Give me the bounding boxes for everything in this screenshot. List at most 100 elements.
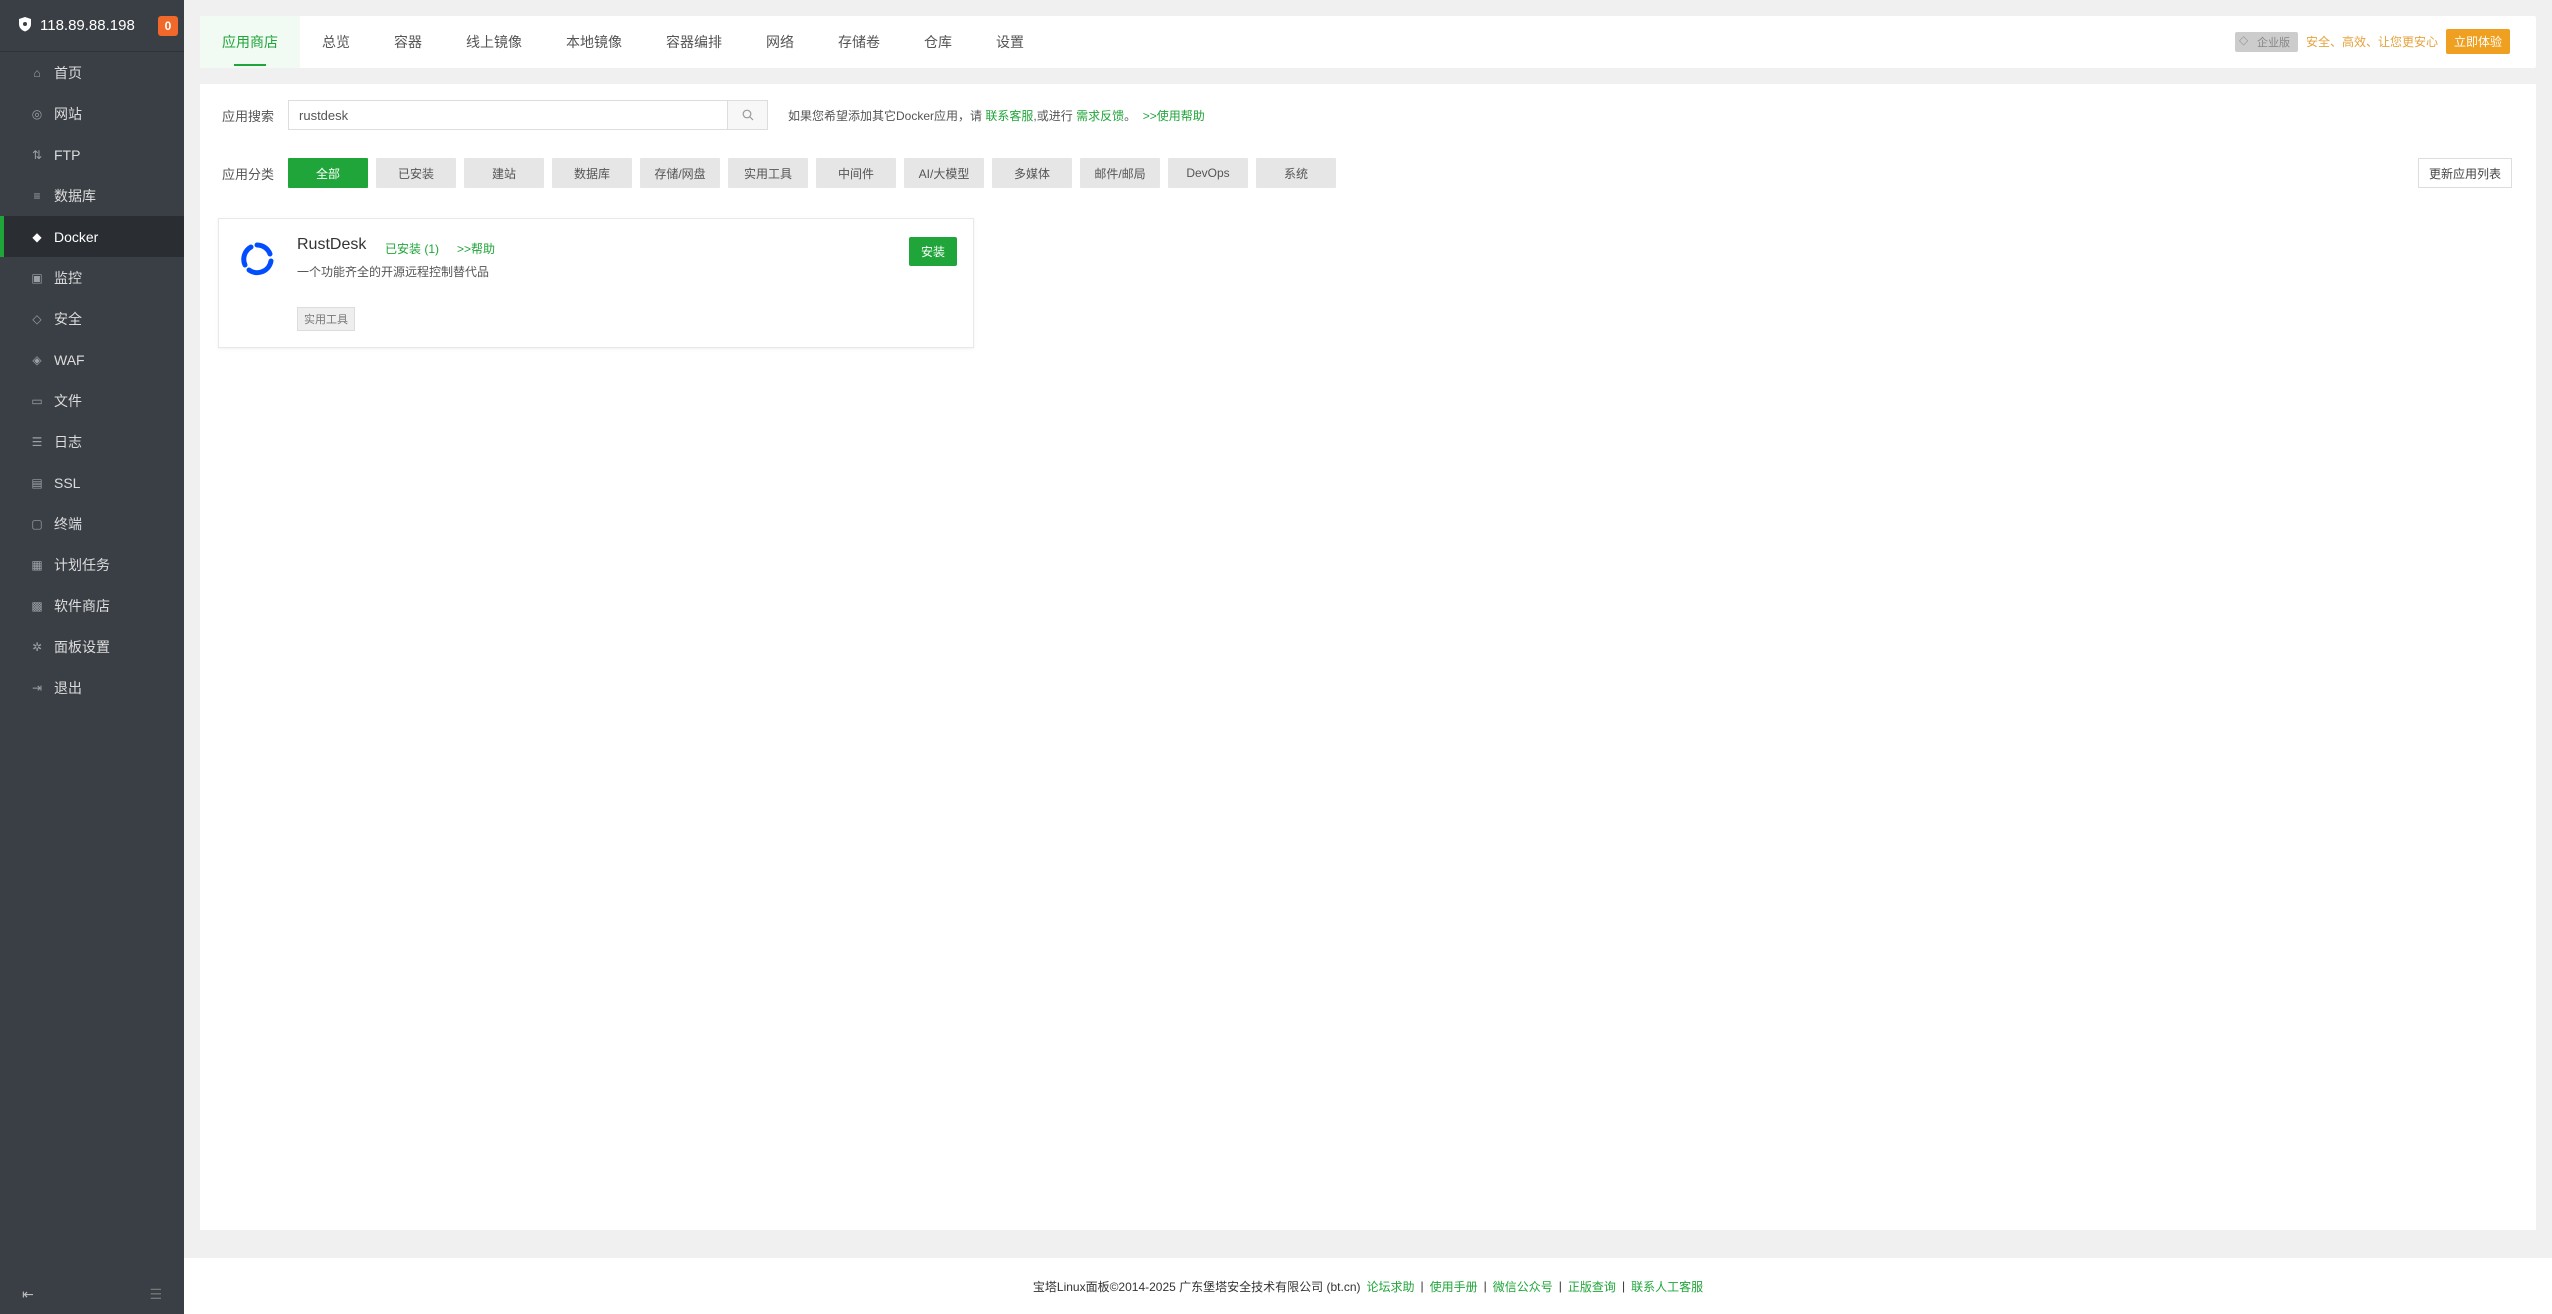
sidebar-item-label: 面板设置 xyxy=(54,638,110,655)
footer-separator: | xyxy=(1483,1279,1487,1293)
search-button[interactable] xyxy=(727,101,768,129)
schedule-icon: ▦ xyxy=(31,557,43,572)
sidebar-item-8[interactable]: ▭ 文件 xyxy=(0,380,184,421)
sidebar-item-6[interactable]: ◇ 安全 xyxy=(0,298,184,339)
install-button[interactable]: 安装 xyxy=(908,237,957,266)
footer-link-forum[interactable]: 论坛求助 xyxy=(1367,1278,1415,1295)
category-2[interactable]: 建站 xyxy=(464,158,545,188)
tab-5[interactable]: 容器编排 xyxy=(644,16,744,68)
sidebar-item-label: 监控 xyxy=(54,269,82,286)
tab-8[interactable]: 仓库 xyxy=(902,16,974,68)
copyright-text: 宝塔Linux面板©2014-2025 广东堡塔安全技术有限公司 (bt.cn) xyxy=(1032,1279,1361,1294)
sidebar-item-label: 计划任务 xyxy=(54,556,110,573)
collapse-sidebar-icon[interactable]: ⇤ xyxy=(22,1286,34,1303)
category-label: 应用分类 xyxy=(222,166,275,182)
tip-suffix: 。 xyxy=(1124,108,1137,123)
monitor-icon: ▣ xyxy=(31,270,43,285)
tab-4[interactable]: 本地镜像 xyxy=(544,16,644,68)
category-3[interactable]: 数据库 xyxy=(552,158,633,188)
database-icon: ≡ xyxy=(33,188,41,203)
tip-middle: ,或进行 xyxy=(1033,108,1073,123)
footer-link-support[interactable]: 联系人工客服 xyxy=(1631,1278,1703,1295)
app-name: RustDesk xyxy=(297,236,367,253)
sidebar-item-4[interactable]: ◆ Docker xyxy=(0,216,184,257)
category-6[interactable]: 中间件 xyxy=(816,158,897,188)
sidebar-item-14[interactable]: ✲ 面板设置 xyxy=(0,626,184,667)
app-description: 一个功能齐全的开源远程控制替代品 xyxy=(297,265,490,279)
footer-link-license[interactable]: 正版查询 xyxy=(1568,1278,1616,1295)
terminal-icon: ▢ xyxy=(31,516,43,531)
sidebar-item-15[interactable]: ⇥ 退出 xyxy=(0,667,184,708)
tab-6[interactable]: 网络 xyxy=(744,16,816,68)
sidebar-item-label: WAF xyxy=(54,351,85,368)
sidebar-item-7[interactable]: ◈ WAF xyxy=(0,339,184,380)
footer-link-wechat[interactable]: 微信公众号 xyxy=(1493,1278,1553,1295)
docker-tab-bar: 应用商店 总览 容器 线上镜像 本地镜像 容器编排 网络 存储卷 仓库 设置 ◇ 企业版 安全、高效… xyxy=(200,16,2536,68)
feedback-link[interactable]: 需求反馈 xyxy=(1076,109,1124,123)
sidebar-item-label: 软件商店 xyxy=(54,597,110,614)
menu-list-icon[interactable]: ☰ xyxy=(149,1286,162,1303)
search-box xyxy=(288,100,769,130)
sidebar-item-label: 首页 xyxy=(54,64,82,81)
sidebar-item-label: Docker xyxy=(54,228,99,245)
category-4[interactable]: 存储/网盘 xyxy=(640,158,721,188)
category-1[interactable]: 已安装 xyxy=(376,158,457,188)
sidebar-item-11[interactable]: ▢ 终端 xyxy=(0,503,184,544)
category-11[interactable]: 系统 xyxy=(1256,158,1337,188)
search-input[interactable] xyxy=(289,101,728,129)
refresh-app-list-button[interactable]: 更新应用列表 xyxy=(2417,158,2512,188)
footer-link-manual[interactable]: 使用手册 xyxy=(1430,1278,1478,1295)
try-now-button[interactable]: 立即体验 xyxy=(2445,29,2510,54)
notification-badge[interactable]: 0 xyxy=(158,16,178,36)
sidebar-item-label: 退出 xyxy=(54,679,82,696)
tab-2[interactable]: 容器 xyxy=(372,16,444,68)
ftp-icon: ⇅ xyxy=(31,147,43,162)
category-row: 应用分类 全部 已安装 建站 数据库 存储/网盘 实用工具 中间件 AI/大模型 多媒体 邮件/邮… xyxy=(222,158,2512,188)
sidebar-item-5[interactable]: ▣ 监控 xyxy=(0,257,184,298)
category-7[interactable]: AI/大模型 xyxy=(904,158,985,188)
app-card: RustDesk 已安装 (1) >>帮助 一个功能齐全的开源远程控制替代品 实… xyxy=(218,218,974,348)
sidebar-item-12[interactable]: ▦ 计划任务 xyxy=(0,544,184,585)
sidebar-item-13[interactable]: ▩ 软件商店 xyxy=(0,585,184,626)
category-0[interactable]: 全部 xyxy=(288,158,369,188)
sidebar-menu: ⌂ 首页 ◎ 网站 ⇅ FTP ≡ 数据库 ◆ Docker ▣ 监控 ◇ 安全 ◈ WAF ▭ 文件 ☰ 日志 ▤ SS… xyxy=(0,52,184,708)
installed-count[interactable]: 已安装 (1) xyxy=(385,240,439,257)
rustdesk-logo-icon xyxy=(233,235,281,283)
folder-icon: ▭ xyxy=(31,393,43,408)
app-store-panel: 应用搜索 如果您希望添加其它Docker应用，请 联系客服,或进行 需求反馈。 … xyxy=(200,84,2536,1230)
sidebar-item-10[interactable]: ▤ SSL xyxy=(0,462,184,503)
category-5[interactable]: 实用工具 xyxy=(728,158,809,188)
tip-prefix: 如果您希望添加其它Docker应用，请 xyxy=(788,108,983,123)
tab-0[interactable]: 应用商店 xyxy=(200,16,300,68)
tab-9[interactable]: 设置 xyxy=(974,16,1046,68)
sidebar: 118.89.88.198 0 ⌂ 首页 ◎ 网站 ⇅ FTP ≡ 数据库 ◆ Docker ▣ 监控… xyxy=(0,0,184,1314)
sidebar-item-2[interactable]: ⇅ FTP xyxy=(0,134,184,175)
search-icon xyxy=(742,109,753,121)
gear-icon: ✲ xyxy=(31,639,43,654)
sidebar-item-0[interactable]: ⌂ 首页 xyxy=(0,52,184,93)
sidebar-item-9[interactable]: ☰ 日志 xyxy=(0,421,184,462)
footer-separator: | xyxy=(1420,1279,1424,1293)
logout-icon: ⇥ xyxy=(31,680,43,695)
tab-list: 应用商店 总览 容器 线上镜像 本地镜像 容器编排 网络 存储卷 仓库 设置 xyxy=(200,16,1046,68)
sidebar-item-label: SSL xyxy=(54,474,81,491)
contact-support-link[interactable]: 联系客服 xyxy=(985,109,1033,123)
shield-icon: ◇ xyxy=(32,311,42,326)
waf-icon: ◈ xyxy=(32,352,42,367)
footer-separator: | xyxy=(1621,1279,1626,1293)
promo-slogan: 安全、高效、让您更安心 xyxy=(2305,35,2438,49)
sidebar-item-1[interactable]: ◎ 网站 xyxy=(0,93,184,134)
docker-icon: ◆ xyxy=(32,229,42,244)
sidebar-item-3[interactable]: ≡ 数据库 xyxy=(0,175,184,216)
category-9[interactable]: 邮件/邮局 xyxy=(1080,158,1161,188)
tab-1[interactable]: 总览 xyxy=(300,16,372,68)
category-8[interactable]: 多媒体 xyxy=(992,158,1073,188)
app-help-link[interactable]: >>帮助 xyxy=(457,240,495,257)
feedback-tip: 如果您希望添加其它Docker应用，请 联系客服,或进行 需求反馈。 >>使用帮… xyxy=(788,107,1205,124)
tab-7[interactable]: 存储卷 xyxy=(816,16,902,68)
sidebar-footer: ⇤ ☰ xyxy=(0,1274,184,1314)
usage-help-link[interactable]: >>使用帮助 xyxy=(1143,109,1205,123)
tab-3[interactable]: 线上镜像 xyxy=(444,16,544,68)
category-10[interactable]: DevOps xyxy=(1168,158,1249,188)
enterprise-label: 企业版 xyxy=(2256,36,2290,49)
